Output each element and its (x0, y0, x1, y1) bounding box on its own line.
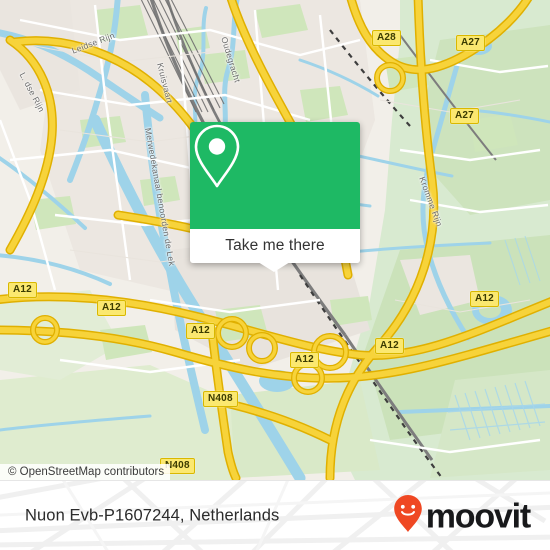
highway-shield-a12-west: A12 (8, 282, 37, 298)
moovit-brand-logo[interactable]: moovit (393, 494, 531, 539)
highway-shield-n408: N408 (203, 391, 238, 407)
highway-shield-a12-6: A12 (290, 352, 319, 368)
highway-shield-a27-south: A27 (450, 108, 479, 124)
highway-shield-a28: A28 (372, 30, 401, 46)
popup-marker-area (190, 122, 360, 229)
footer-bar: Nuon Evb-P1607244, Netherlands moovit (0, 480, 550, 550)
highway-shield-a12-east: A12 (470, 291, 499, 307)
moovit-pin-icon (393, 494, 423, 539)
popup-action-area[interactable]: Take me there (190, 229, 360, 272)
highway-shield-a12-3: A12 (186, 323, 215, 339)
location-popup-card[interactable]: Take me there (190, 122, 360, 272)
highway-shield-a12-2: A12 (97, 300, 126, 316)
take-me-there-button[interactable]: Take me there (225, 237, 325, 255)
moovit-wordmark: moovit (425, 497, 531, 535)
highway-shield-a27: A27 (456, 35, 485, 51)
map-canvas[interactable]: Leidse Rijn L. dse Rijn Kruisvaart Oudeg… (0, 0, 550, 480)
moovit-map-screenshot: Leidse Rijn L. dse Rijn Kruisvaart Oudeg… (0, 0, 550, 550)
page-title: Nuon Evb-P1607244, Netherlands (25, 506, 280, 525)
popup-tail (258, 262, 290, 272)
osm-attribution[interactable]: © OpenStreetMap contributors (0, 464, 171, 480)
highway-shield-a12-5: A12 (375, 338, 404, 354)
